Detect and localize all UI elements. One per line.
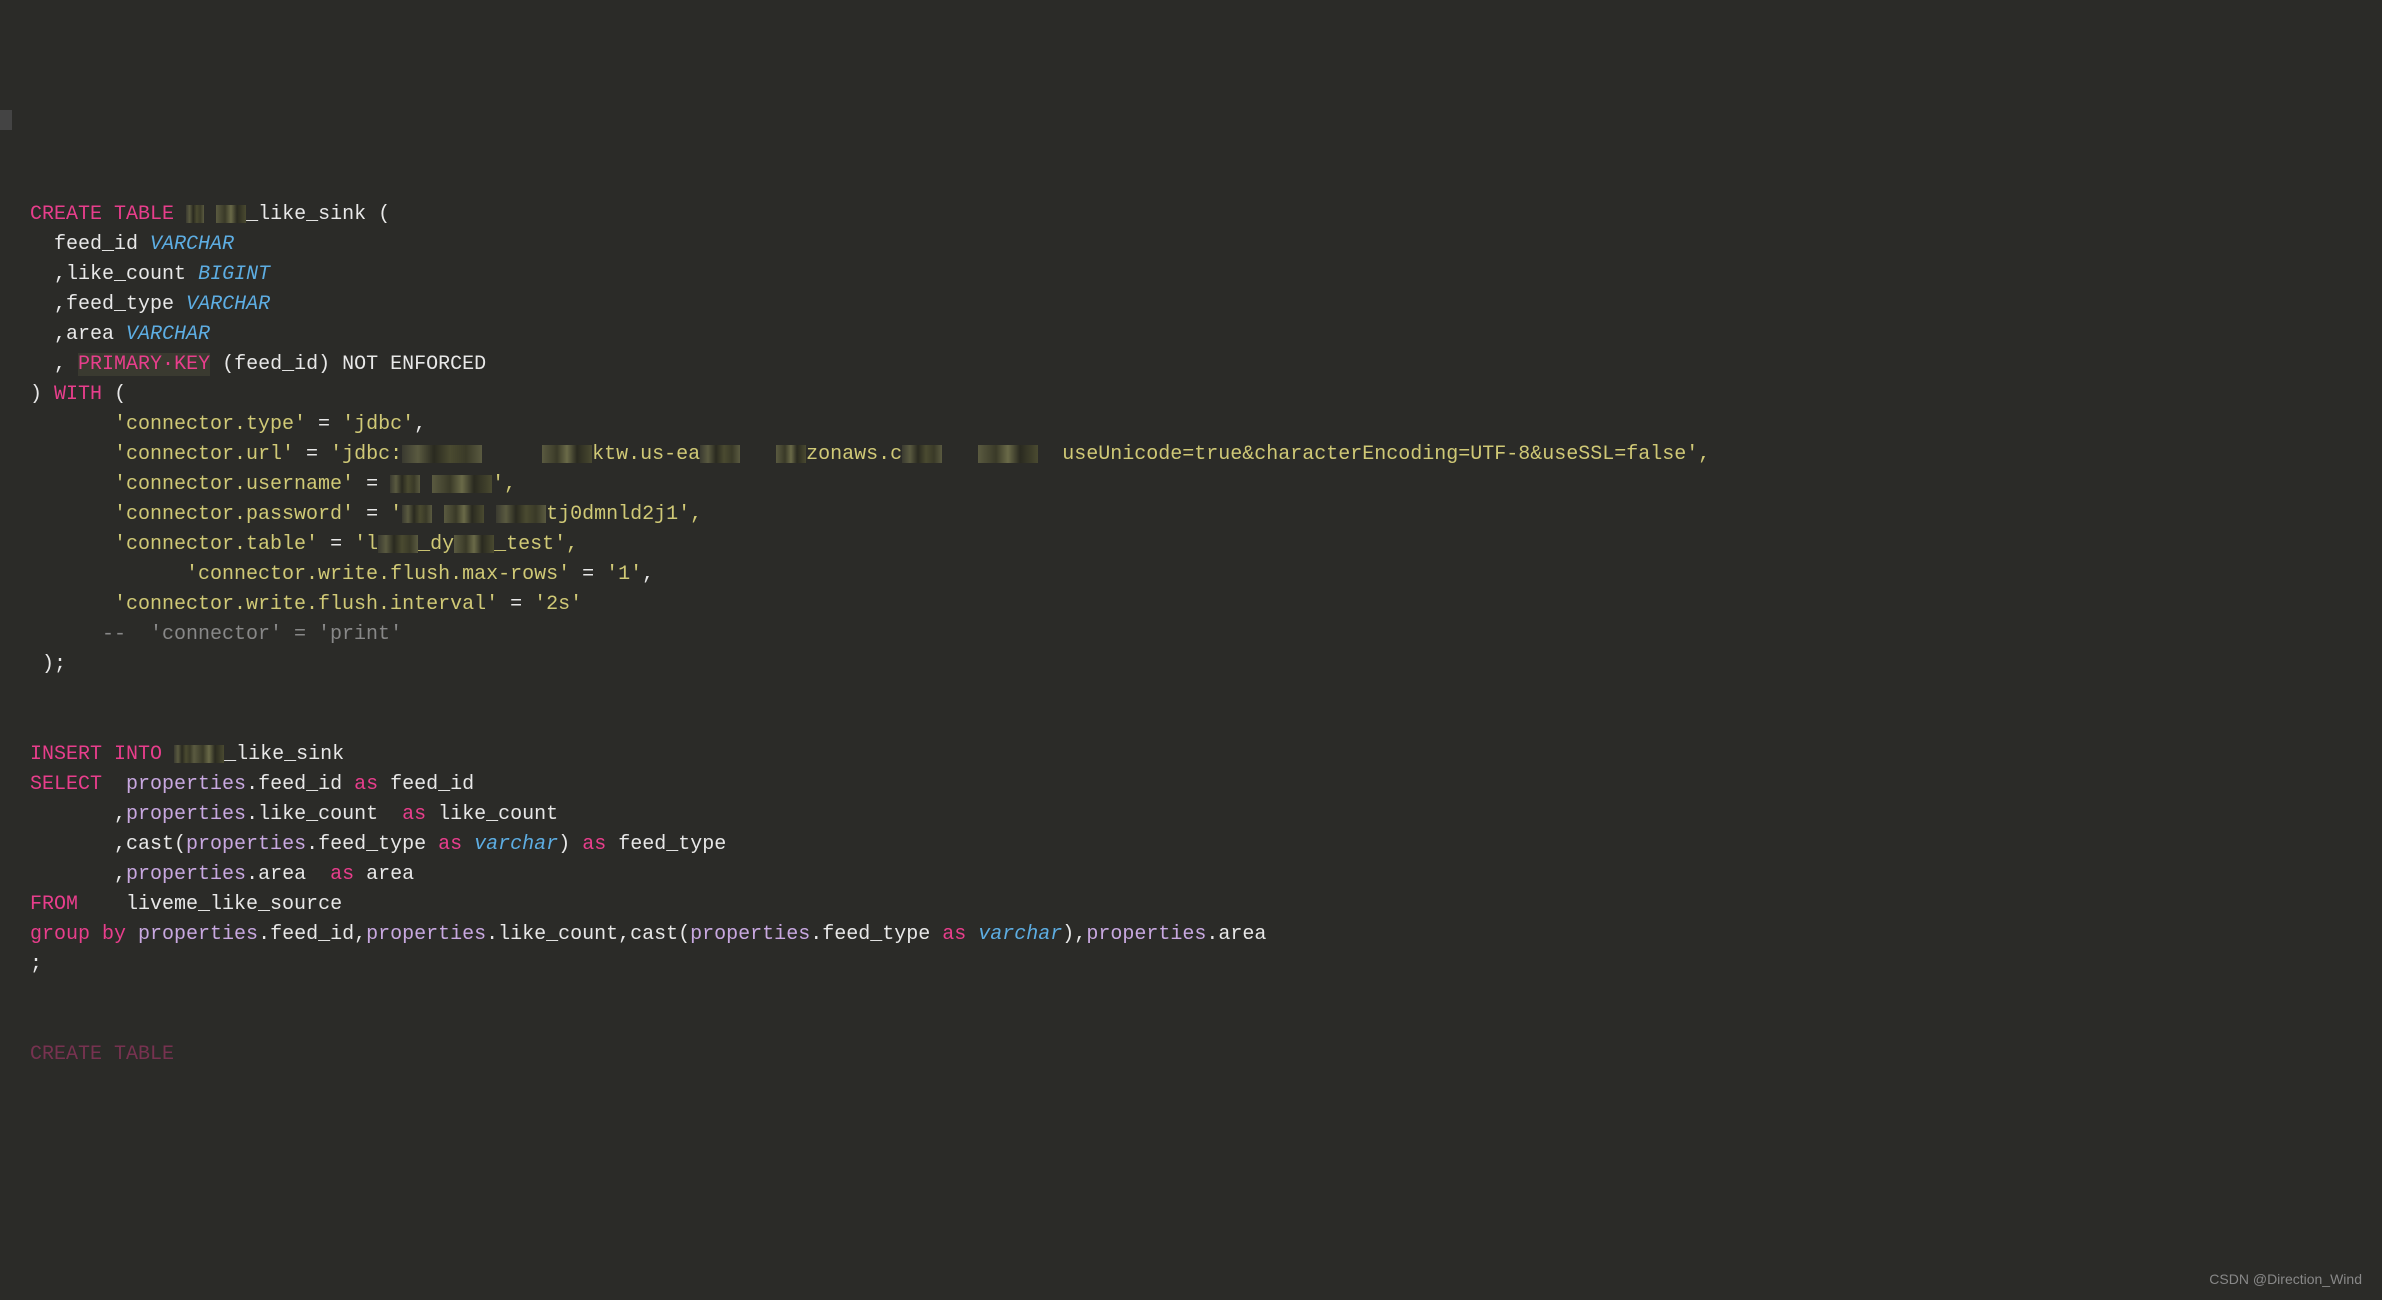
column-name: ,feed_type bbox=[54, 293, 174, 316]
close-paren: ); bbox=[42, 653, 66, 676]
type-varchar: VARCHAR bbox=[150, 233, 234, 256]
redacted-text bbox=[454, 535, 494, 553]
type-bigint: BIGINT bbox=[198, 263, 270, 286]
type-varchar: VARCHAR bbox=[186, 293, 270, 316]
config-key: 'connector.write.flush.max-rows' bbox=[186, 563, 570, 586]
property-ref: properties bbox=[126, 773, 246, 796]
type-varchar: varchar bbox=[474, 833, 558, 856]
redacted-text bbox=[402, 505, 432, 523]
redacted-text bbox=[216, 205, 246, 223]
property-ref: properties bbox=[366, 923, 486, 946]
table-name: _like_sink bbox=[224, 743, 344, 766]
redacted-text bbox=[378, 535, 418, 553]
config-key: 'connector.type' bbox=[114, 413, 306, 436]
redacted-text bbox=[432, 475, 492, 493]
punct: , bbox=[54, 353, 66, 376]
keyword-group-by: group by bbox=[30, 923, 126, 946]
keyword-from: FROM bbox=[30, 893, 78, 916]
keyword-table: TABLE bbox=[114, 1043, 174, 1066]
redacted-text bbox=[174, 745, 194, 763]
keyword-as: as bbox=[354, 773, 378, 796]
keyword-as: as bbox=[330, 863, 354, 886]
property-ref: properties bbox=[690, 923, 810, 946]
config-key: 'connector.table' bbox=[114, 533, 318, 556]
pk-def: (feed_id) NOT ENFORCED bbox=[222, 353, 486, 376]
type-varchar: varchar bbox=[978, 923, 1062, 946]
property-ref: properties bbox=[138, 923, 258, 946]
config-key: 'connector.write.flush.interval' bbox=[114, 593, 498, 616]
keyword-as: as bbox=[438, 833, 462, 856]
property-ref: properties bbox=[1086, 923, 1206, 946]
column-name: feed_id bbox=[54, 233, 138, 256]
keyword-as: as bbox=[402, 803, 426, 826]
config-value: '2s' bbox=[534, 593, 582, 616]
column-name: ,area bbox=[54, 323, 114, 346]
redacted-text bbox=[902, 445, 942, 463]
redacted-text bbox=[542, 445, 592, 463]
keyword-as: as bbox=[582, 833, 606, 856]
table-name: _like_sink ( bbox=[246, 203, 390, 226]
keyword-into: INTO bbox=[114, 743, 162, 766]
gutter-marker bbox=[0, 110, 12, 130]
punct: ( bbox=[114, 383, 126, 406]
watermark-text: CSDN @Direction_Wind bbox=[2209, 1269, 2362, 1290]
config-key: 'connector.password' bbox=[114, 503, 354, 526]
config-value: '1' bbox=[606, 563, 642, 586]
keyword-select: SELECT bbox=[30, 773, 102, 796]
redacted-text bbox=[390, 475, 420, 493]
property-ref: properties bbox=[126, 803, 246, 826]
config-value: 'jdbc' bbox=[342, 413, 414, 436]
property-ref: properties bbox=[126, 863, 246, 886]
config-key: 'connector.url' bbox=[114, 443, 294, 466]
redacted-text bbox=[444, 505, 484, 523]
table-name: liveme_like_source bbox=[126, 893, 342, 916]
keyword-table: TABLE bbox=[114, 203, 174, 226]
code-block: CREATE TABLE _like_sink ( feed_id VARCHA… bbox=[30, 200, 2352, 1070]
redacted-text bbox=[186, 205, 204, 223]
property-ref: properties bbox=[186, 833, 306, 856]
type-varchar: VARCHAR bbox=[126, 323, 210, 346]
keyword-insert: INSERT bbox=[30, 743, 102, 766]
punct: ) bbox=[30, 383, 42, 406]
keyword-create: CREATE bbox=[30, 203, 102, 226]
config-value: 'jdbc: bbox=[330, 443, 402, 466]
keyword-with: WITH bbox=[54, 383, 102, 406]
redacted-text bbox=[776, 445, 806, 463]
keyword-create: CREATE bbox=[30, 1043, 102, 1066]
redacted-text bbox=[700, 445, 740, 463]
semicolon: ; bbox=[30, 953, 42, 976]
comment-line: -- 'connector' = 'print' bbox=[102, 623, 402, 646]
redacted-text bbox=[402, 445, 482, 463]
column-name: ,like_count bbox=[54, 263, 186, 286]
redacted-text bbox=[496, 505, 546, 523]
redacted-text bbox=[978, 445, 1038, 463]
config-key: 'connector.username' bbox=[114, 473, 354, 496]
keyword-primary-key: PRIMARY·KEY bbox=[78, 353, 210, 376]
keyword-as: as bbox=[942, 923, 966, 946]
redacted-text bbox=[194, 745, 224, 763]
